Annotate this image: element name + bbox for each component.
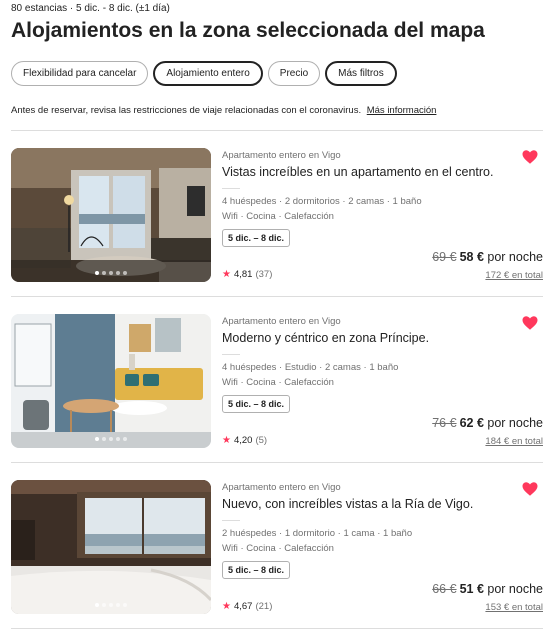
star-icon: ★ <box>222 269 231 280</box>
review-count: (21) <box>255 601 273 612</box>
rating-value: 4,81 <box>233 269 253 280</box>
review-count: (5) <box>255 435 268 446</box>
listing-amenities: Wifi · Cocina · Calefacción <box>222 211 334 222</box>
rating-value: 4,20 <box>233 435 253 446</box>
pagination-dot <box>109 437 113 441</box>
divider <box>11 462 543 463</box>
pagination-dot <box>95 437 99 441</box>
listing-photo-image <box>11 148 211 282</box>
listing-amenities: Wifi · Cocina · Calefacción <box>222 543 334 554</box>
covid-notice-text: Antes de reservar, revisa las restriccio… <box>11 105 362 116</box>
pagination-dot <box>109 271 113 275</box>
total-price-link[interactable]: 153 € en total <box>485 602 543 613</box>
photo-pagination <box>11 603 211 607</box>
more-info-link[interactable]: Más información <box>367 105 437 116</box>
filter-more-button[interactable]: Más filtros <box>325 61 397 86</box>
listing-info: Apartamento entero en Vigo Vistas increí… <box>222 148 543 282</box>
total-price-link[interactable]: 184 € en total <box>485 436 543 447</box>
pagination-dot <box>116 271 120 275</box>
divider <box>222 188 240 189</box>
listing-price: 69 €58 € por noche <box>432 250 543 264</box>
pagination-dot <box>116 437 120 441</box>
listing-card[interactable]: Apartamento entero en Vigo Vistas increí… <box>11 148 543 282</box>
pagination-dot <box>123 603 127 607</box>
listing-title[interactable]: Moderno y céntrico en zona Príncipe. <box>222 331 543 345</box>
listing-info: Apartamento entero en Vigo Moderno y cén… <box>222 314 543 448</box>
price-unit: por noche <box>487 416 543 430</box>
date-range-badge: 5 dic. – 8 dic. <box>222 561 291 579</box>
price-unit: por noche <box>487 250 543 264</box>
divider <box>11 130 543 131</box>
star-icon: ★ <box>222 435 231 446</box>
pagination-dot <box>123 437 127 441</box>
listing-rating: ★ 4,20 (5) <box>222 435 267 446</box>
old-price: 69 € <box>432 250 457 264</box>
listing-price: 76 €62 € por noche <box>432 416 543 430</box>
listing-details: 4 huéspedes · 2 dormitorios · 2 camas · … <box>222 196 422 207</box>
heart-icon[interactable] <box>521 314 539 332</box>
old-price: 66 € <box>432 582 457 596</box>
divider <box>11 628 543 629</box>
listing-info: Apartamento entero en Vigo Nuevo, con in… <box>222 480 543 614</box>
listing-type: Apartamento entero en Vigo <box>222 316 341 327</box>
heart-icon[interactable] <box>521 480 539 498</box>
listing-photo[interactable] <box>11 148 211 282</box>
photo-pagination <box>11 271 211 275</box>
pagination-dot <box>123 271 127 275</box>
listing-card[interactable]: Apartamento entero en Vigo Nuevo, con in… <box>11 480 543 614</box>
listing-details: 4 huéspedes · Estudio · 2 camas · 1 baño <box>222 362 399 373</box>
old-price: 76 € <box>432 416 457 430</box>
total-price-link[interactable]: 172 € en total <box>485 270 543 281</box>
review-count: (37) <box>255 269 273 280</box>
rating-value: 4,67 <box>233 601 253 612</box>
heart-icon[interactable] <box>521 148 539 166</box>
star-icon: ★ <box>222 601 231 612</box>
listing-rating: ★ 4,81 (37) <box>222 269 272 280</box>
listing-photo-image <box>11 480 211 614</box>
listing-rating: ★ 4,67 (21) <box>222 601 272 612</box>
divider <box>11 296 543 297</box>
pagination-dot <box>116 603 120 607</box>
filter-price-button[interactable]: Precio <box>267 61 321 86</box>
listing-title[interactable]: Nuevo, con increíbles vistas a la Ría de… <box>222 497 543 511</box>
pagination-dot <box>102 437 106 441</box>
current-price: 58 € <box>459 250 484 264</box>
listing-photo-image <box>11 314 211 448</box>
listing-card[interactable]: Apartamento entero en Vigo Moderno y cén… <box>11 314 543 448</box>
filter-flexible-cancel-button[interactable]: Flexibilidad para cancelar <box>11 61 149 86</box>
current-price: 51 € <box>459 582 484 596</box>
date-range-badge: 5 dic. – 8 dic. <box>222 395 291 413</box>
listing-title[interactable]: Vistas increíbles en un apartamento en e… <box>222 165 543 179</box>
listing-photo[interactable] <box>11 480 211 614</box>
search-summary: 80 estancias · 5 dic. - 8 dic. (±1 día) <box>11 3 170 14</box>
listing-type: Apartamento entero en Vigo <box>222 482 341 493</box>
pagination-dot <box>95 603 99 607</box>
price-unit: por noche <box>487 582 543 596</box>
covid-notice: Antes de reservar, revisa las restriccio… <box>11 105 436 116</box>
divider <box>222 520 240 521</box>
listing-details: 2 huéspedes · 1 dormitorio · 1 cama · 1 … <box>222 528 413 539</box>
current-price: 62 € <box>459 416 484 430</box>
pagination-dot <box>109 603 113 607</box>
pagination-dot <box>95 271 99 275</box>
date-range-badge: 5 dic. – 8 dic. <box>222 229 291 247</box>
filter-bar: Flexibilidad para cancelar Alojamiento e… <box>11 61 397 86</box>
pagination-dot <box>102 271 106 275</box>
listing-amenities: Wifi · Cocina · Calefacción <box>222 377 334 388</box>
listing-photo[interactable] <box>11 314 211 448</box>
listing-price: 66 €51 € por noche <box>432 582 543 596</box>
listing-type: Apartamento entero en Vigo <box>222 150 341 161</box>
pagination-dot <box>102 603 106 607</box>
filter-entire-place-button[interactable]: Alojamiento entero <box>153 61 263 86</box>
photo-pagination <box>11 437 211 441</box>
divider <box>222 354 240 355</box>
page-title: Alojamientos en la zona seleccionada del… <box>11 19 485 42</box>
